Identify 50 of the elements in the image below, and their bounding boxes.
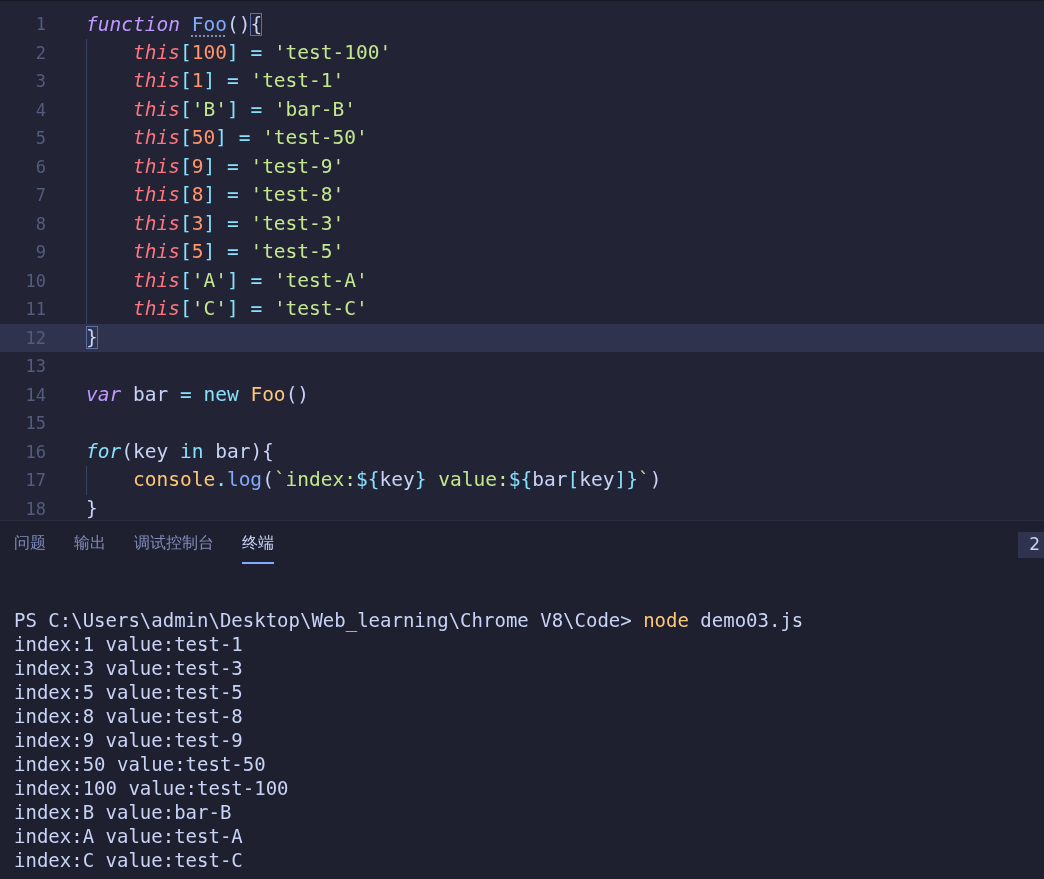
line-number: 2 — [34, 42, 46, 63]
terminal-line: index:3 value:test-3 — [14, 656, 244, 680]
terminal-line: index:C value:test-C — [14, 848, 244, 872]
terminal-line: index:B value:bar-B — [14, 800, 233, 824]
code-line: function Foo(){ — [86, 12, 263, 36]
line-number: 16 — [24, 441, 46, 462]
line-number: 17 — [24, 470, 46, 491]
code-line: this[50] = 'test-50' — [86, 124, 368, 153]
terminal-count[interactable]: 2 — [1018, 532, 1044, 558]
code-line: this[8] = 'test-8' — [86, 181, 345, 210]
code-line: this[3] = 'test-3' — [86, 209, 345, 238]
line-number: 5 — [34, 128, 46, 149]
terminal-line: index:100 value:test-100 — [14, 776, 290, 800]
terminal-line: PS C:\Users\admin\Desktop\Web_learning\Chrome V8\Code> node demo03.js — [14, 608, 805, 632]
code-editor[interactable] — [0, 0, 1044, 520]
line-number: 4 — [34, 99, 46, 120]
panel-tab[interactable]: 问题 — [14, 533, 46, 564]
code-line: this['A'] = 'test-A' — [86, 266, 368, 295]
line-number: 1 — [34, 14, 46, 35]
code-line: this[1] = 'test-1' — [86, 67, 345, 96]
line-number: 15 — [24, 413, 46, 434]
line-number: 13 — [24, 356, 46, 377]
line-number: 18 — [24, 498, 46, 519]
panel-tab[interactable]: 输出 — [74, 533, 106, 564]
terminal-line: index:A value:test-A — [14, 824, 244, 848]
code-line: for(key in bar){ — [86, 440, 274, 464]
terminal-line: index:5 value:test-5 — [14, 680, 244, 704]
code-line: this[5] = 'test-5' — [86, 238, 345, 267]
line-number: 3 — [34, 71, 46, 92]
code-line: console.log(`index:${key} value:${bar[key]}`) — [86, 466, 662, 495]
terminal-line: index:50 value:test-50 — [14, 752, 267, 776]
code-line: var bar = new Foo() — [86, 383, 310, 407]
panel-tab[interactable]: 调试控制台 — [134, 533, 214, 564]
line-number: 14 — [24, 384, 46, 405]
line-number: 7 — [34, 185, 46, 206]
code-line: } — [86, 326, 98, 350]
code-line: this[9] = 'test-9' — [86, 152, 345, 181]
code-line: this['C'] = 'test-C' — [86, 295, 368, 324]
line-number: 10 — [24, 270, 46, 291]
code-line: this['B'] = 'bar-B' — [86, 95, 357, 124]
code-line: this[100] = 'test-100' — [86, 38, 392, 67]
code-line: } — [86, 497, 98, 521]
terminal-line: index:1 value:test-1 — [14, 632, 244, 656]
panel-tab[interactable]: 终端 — [242, 533, 274, 564]
line-number: 6 — [34, 156, 46, 177]
line-number: 11 — [24, 299, 46, 320]
terminal-line: index:9 value:test-9 — [14, 728, 244, 752]
terminal-line: index:8 value:test-8 — [14, 704, 244, 728]
line-number: 8 — [34, 213, 46, 234]
line-number: 9 — [34, 242, 46, 263]
